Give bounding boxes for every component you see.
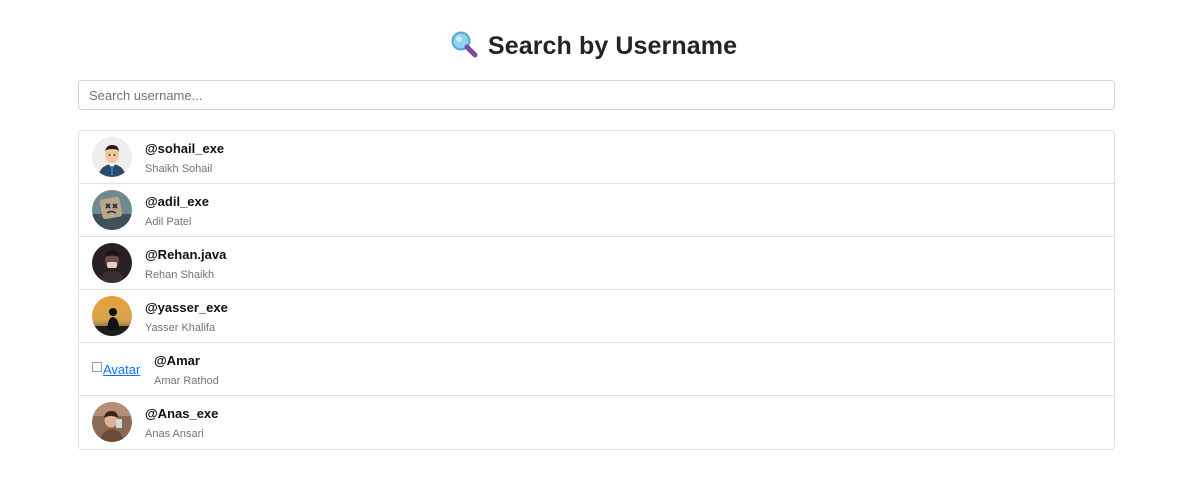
search-container xyxy=(78,80,1115,110)
list-item[interactable]: @Anas_exe Anas Ansari xyxy=(79,396,1114,449)
list-item[interactable]: @yasser_exe Yasser Khalifa xyxy=(79,290,1114,343)
list-item[interactable]: @adil_exe Adil Patel xyxy=(79,184,1114,237)
user-info: @sohail_exe Shaikh Sohail xyxy=(145,141,224,176)
list-item[interactable]: @Rehan.java Rehan Shaikh xyxy=(79,237,1114,290)
list-item[interactable]: Avatar @Amar Amar Rathod xyxy=(79,343,1114,396)
full-name: Amar Rathod xyxy=(154,375,219,387)
sunset-silhouette-avatar xyxy=(92,296,132,336)
user-info: @yasser_exe Yasser Khalifa xyxy=(145,300,228,335)
username: @sohail_exe xyxy=(145,141,225,156)
user-list: @sohail_exe Shaikh Sohail @adil_exe Adil… xyxy=(78,130,1115,450)
search-input[interactable] xyxy=(78,80,1115,110)
avatar-alt-text: Avatar xyxy=(103,362,141,377)
full-name: Adil Patel xyxy=(145,216,192,228)
username: @yasser_exe xyxy=(145,300,228,315)
user-info: @Amar Amar Rathod xyxy=(154,353,219,388)
full-name: Shaikh Sohail xyxy=(145,163,213,175)
user-info: @adil_exe Adil Patel xyxy=(145,194,209,229)
page-title: Search by Username xyxy=(487,32,738,60)
full-name: Anas Ansari xyxy=(145,428,204,440)
broken-image-avatar: Avatar xyxy=(92,361,141,377)
username: @adil_exe xyxy=(145,194,209,209)
list-item[interactable]: @sohail_exe Shaikh Sohail xyxy=(79,131,1114,184)
masked-face-avatar xyxy=(92,190,132,230)
magnifier-icon xyxy=(450,30,478,63)
username: @Amar xyxy=(154,353,200,368)
broken-image-icon xyxy=(92,361,102,372)
username: @Anas_exe xyxy=(145,406,219,421)
page-header: Search by Username xyxy=(0,30,1187,64)
photo-portrait-avatar xyxy=(92,402,132,442)
user-info: @Rehan.java Rehan Shaikh xyxy=(145,247,226,282)
username: @Rehan.java xyxy=(145,247,227,262)
page: Search by Username @sohail_exe xyxy=(0,0,1187,503)
full-name: Rehan Shaikh xyxy=(145,269,215,281)
full-name: Yasser Khalifa xyxy=(145,322,216,334)
dark-portrait-avatar xyxy=(92,243,132,283)
user-info: @Anas_exe Anas Ansari xyxy=(145,406,218,441)
cartoon-man-avatar xyxy=(92,137,132,177)
